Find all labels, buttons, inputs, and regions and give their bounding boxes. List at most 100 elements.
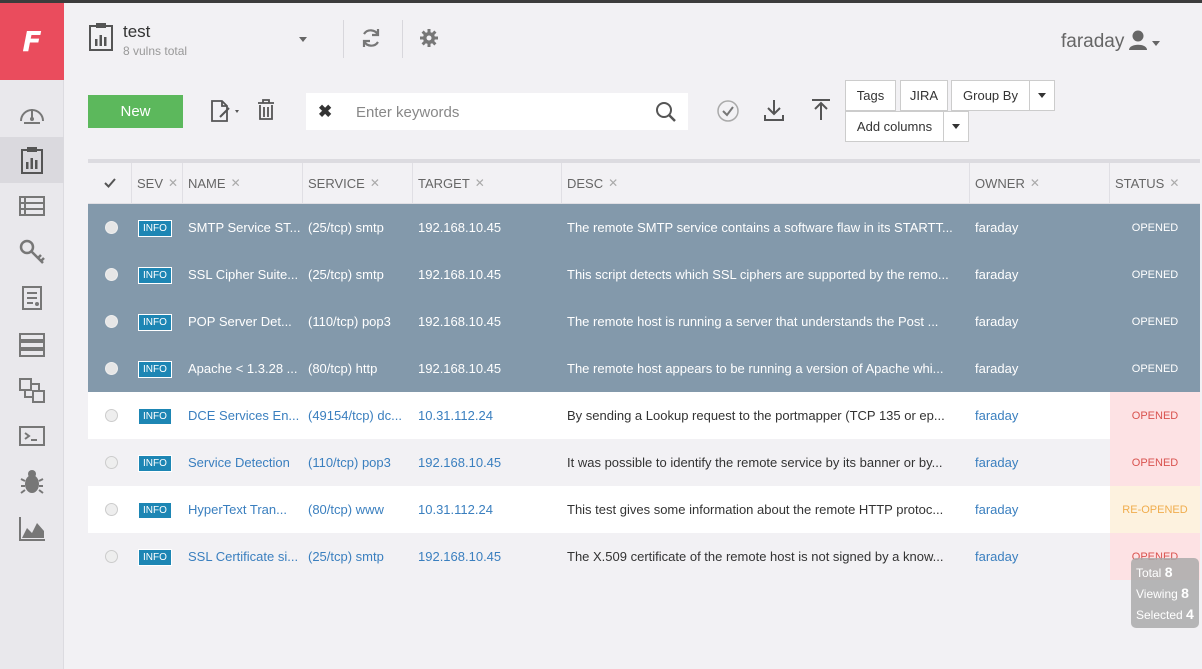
status-badge[interactable]: OPENED — [1110, 439, 1200, 486]
service-link[interactable]: (80/tcp) http — [308, 345, 410, 392]
owner-link[interactable]: faraday — [975, 439, 1105, 486]
status-badge[interactable]: OPENED — [1110, 251, 1200, 298]
column-header-desc[interactable]: DESC ✕ — [562, 163, 970, 203]
user-name[interactable]: faraday — [1061, 31, 1124, 53]
refresh-icon[interactable] — [360, 27, 382, 49]
vuln-name-link[interactable]: SSL Cipher Suite... — [188, 251, 300, 298]
sidebar-item-console[interactable] — [0, 413, 64, 459]
row-select-radio[interactable] — [105, 550, 118, 563]
target-link[interactable]: 192.168.10.45 — [418, 298, 558, 345]
select-all-checkbox[interactable] — [88, 163, 132, 203]
owner-link[interactable]: faraday — [975, 486, 1105, 533]
row-select-radio[interactable] — [105, 503, 118, 516]
owner-link[interactable]: faraday — [975, 345, 1105, 392]
edit-button[interactable] — [210, 99, 244, 123]
target-link[interactable]: 192.168.10.45 — [418, 251, 558, 298]
column-header-owner[interactable]: OWNER ✕ — [970, 163, 1110, 203]
target-link[interactable]: 192.168.10.45 — [418, 533, 558, 580]
table-row[interactable]: INFO POP Server Det... (110/tcp) pop3 192.1… — [88, 298, 1200, 345]
sidebar-item-executive-report[interactable] — [0, 275, 64, 321]
table-row[interactable]: INFO Service Detection (110/tcp) pop3 192.1… — [88, 439, 1200, 486]
download-button[interactable] — [763, 98, 785, 122]
remove-column-icon[interactable]: ✕ — [1169, 176, 1179, 190]
status-badge[interactable]: OPENED — [1110, 204, 1200, 251]
group-by-button[interactable]: Group By — [951, 80, 1030, 111]
sidebar-item-hosts[interactable] — [0, 183, 64, 229]
sidebar-item-status-report[interactable] — [0, 137, 64, 183]
service-link[interactable]: (25/tcp) smtp — [308, 251, 410, 298]
jira-button[interactable]: JIRA — [900, 80, 948, 111]
delete-button[interactable] — [257, 99, 275, 121]
sidebar-item-analytics[interactable] — [0, 505, 64, 551]
target-link[interactable]: 192.168.10.45 — [418, 439, 558, 486]
owner-link[interactable]: faraday — [975, 251, 1105, 298]
column-header-name[interactable]: NAME ✕ — [183, 163, 303, 203]
row-select-radio[interactable] — [105, 362, 118, 375]
table-row[interactable]: INFO SSL Certificate si... (25/tcp) smtp 19… — [88, 533, 1200, 580]
row-select-radio[interactable] — [105, 456, 118, 469]
remove-column-icon[interactable]: ✕ — [168, 176, 178, 190]
vuln-name-link[interactable]: Apache < 1.3.28 ... — [188, 345, 300, 392]
remove-column-icon[interactable]: ✕ — [475, 176, 485, 190]
target-link[interactable]: 10.31.112.24 — [418, 392, 558, 439]
sidebar-item-comparison[interactable] — [0, 367, 64, 413]
sidebar-item-vuln-templates[interactable] — [0, 459, 64, 505]
status-badge[interactable]: OPENED — [1110, 345, 1200, 392]
table-row[interactable]: INFO HyperText Tran... (80/tcp) www 10.31.1… — [88, 486, 1200, 533]
service-link[interactable]: (110/tcp) pop3 — [308, 298, 410, 345]
workspace-name[interactable]: test — [123, 22, 150, 42]
user-dropdown-caret[interactable] — [1152, 41, 1160, 46]
vuln-name-link[interactable]: SMTP Service ST... — [188, 204, 300, 251]
column-header-target[interactable]: TARGET ✕ — [413, 163, 562, 203]
target-link[interactable]: 192.168.10.45 — [418, 204, 558, 251]
vuln-name-link[interactable]: HyperText Tran... — [188, 486, 300, 533]
user-icon[interactable] — [1128, 29, 1148, 51]
owner-link[interactable]: faraday — [975, 204, 1105, 251]
service-link[interactable]: (80/tcp) www — [308, 486, 410, 533]
remove-column-icon[interactable]: ✕ — [1030, 176, 1040, 190]
target-link[interactable]: 10.31.112.24 — [418, 486, 558, 533]
column-header-status[interactable]: STATUS ✕ — [1110, 163, 1200, 203]
status-badge[interactable]: RE-OPENED — [1110, 486, 1200, 533]
upload-button[interactable] — [810, 98, 832, 122]
vuln-name-link[interactable]: DCE Services En... — [188, 392, 300, 439]
owner-link[interactable]: faraday — [975, 392, 1105, 439]
new-vuln-button[interactable]: New — [88, 95, 183, 128]
column-header-sev[interactable]: SEV ✕ — [132, 163, 183, 203]
column-header-service[interactable]: SERVICE ✕ — [303, 163, 413, 203]
row-select-radio[interactable] — [105, 268, 118, 281]
status-badge[interactable]: OPENED — [1110, 298, 1200, 345]
add-columns-button[interactable]: Add columns — [845, 111, 944, 142]
sidebar-item-dashboard[interactable] — [0, 91, 64, 137]
table-row[interactable]: INFO DCE Services En... (49154/tcp) dc... 1… — [88, 392, 1200, 439]
status-badge[interactable]: OPENED — [1110, 392, 1200, 439]
gear-icon[interactable] — [419, 28, 439, 48]
workspace-dropdown-caret[interactable] — [299, 37, 307, 42]
confirm-button[interactable] — [716, 99, 740, 123]
remove-column-icon[interactable]: ✕ — [608, 176, 618, 190]
service-link[interactable]: (25/tcp) smtp — [308, 533, 410, 580]
table-row[interactable]: INFO Apache < 1.3.28 ... (80/tcp) http 192.… — [88, 345, 1200, 392]
sidebar-item-credentials[interactable] — [0, 229, 64, 275]
service-link[interactable]: (49154/tcp) dc... — [308, 392, 410, 439]
search-input[interactable] — [356, 101, 636, 123]
remove-column-icon[interactable]: ✕ — [370, 176, 380, 190]
service-link[interactable]: (110/tcp) pop3 — [308, 439, 410, 486]
row-select-radio[interactable] — [105, 409, 118, 422]
remove-column-icon[interactable]: ✕ — [231, 176, 241, 190]
table-row[interactable]: INFO SMTP Service ST... (25/tcp) smtp 192.1… — [88, 204, 1200, 251]
row-select-radio[interactable] — [105, 221, 118, 234]
add-columns-dropdown[interactable] — [943, 111, 969, 142]
owner-link[interactable]: faraday — [975, 533, 1105, 580]
tags-button[interactable]: Tags — [845, 80, 896, 111]
row-select-radio[interactable] — [105, 315, 118, 328]
target-link[interactable]: 192.168.10.45 — [418, 345, 558, 392]
faraday-logo[interactable]: F — [0, 3, 64, 80]
table-row[interactable]: INFO SSL Cipher Suite... (25/tcp) smtp 192.… — [88, 251, 1200, 298]
service-link[interactable]: (25/tcp) smtp — [308, 204, 410, 251]
vuln-name-link[interactable]: POP Server Det... — [188, 298, 300, 345]
group-by-dropdown[interactable] — [1029, 80, 1055, 111]
vuln-name-link[interactable]: Service Detection — [188, 439, 300, 486]
clear-search-icon[interactable]: ✖ — [318, 102, 332, 122]
search-icon[interactable] — [655, 101, 677, 123]
